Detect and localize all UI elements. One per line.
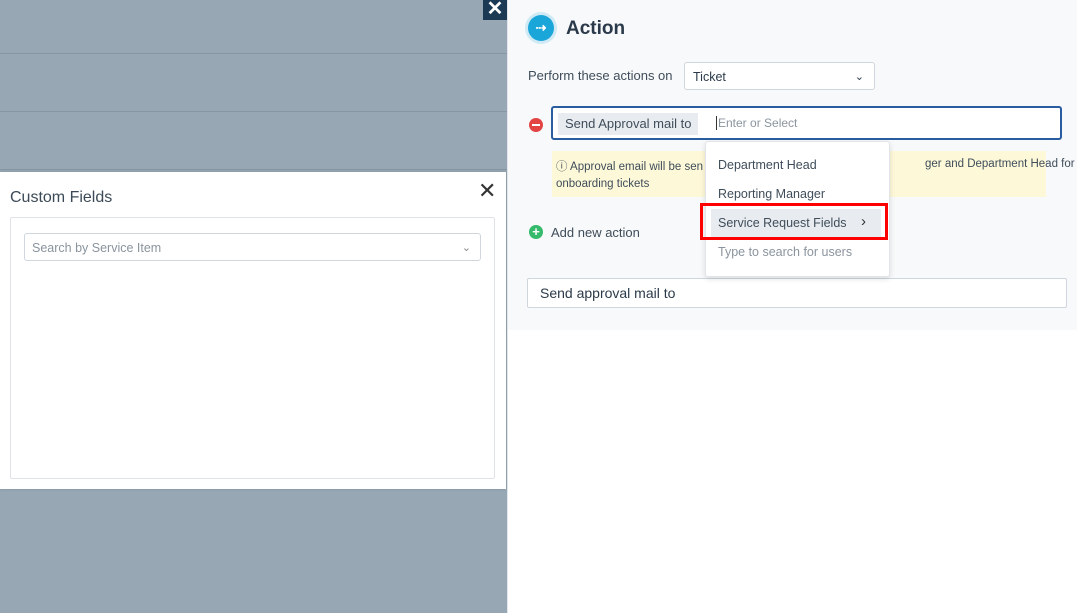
close-icon[interactable]: ✕ — [478, 178, 496, 204]
info-text: ⓘ Approval email will be sen — [556, 161, 704, 173]
custom-fields-panel: Custom Fields ✕ Search by Service Item ⌄ — [0, 172, 506, 489]
add-new-action-link[interactable]: Add new action — [551, 225, 640, 240]
search-placeholder: Search by Service Item — [32, 241, 162, 255]
entity-select[interactable]: Ticket ⌄ — [684, 62, 875, 90]
close-icon[interactable]: ✕ — [483, 0, 507, 20]
custom-fields-container: Search by Service Item ⌄ — [10, 217, 495, 479]
service-item-search[interactable]: Search by Service Item ⌄ — [24, 233, 481, 261]
divider — [0, 169, 507, 170]
info-text: onboarding tickets — [556, 178, 650, 190]
divider — [0, 111, 507, 112]
divider — [0, 53, 507, 54]
chevron-down-icon: ⌄ — [461, 242, 471, 254]
action-icon: ⇢ — [528, 15, 554, 41]
action-tag: Send Approval mail to — [558, 113, 699, 135]
recipient-placeholder[interactable]: Enter or Select — [716, 116, 797, 130]
approval-recipient-input[interactable]: Send Approval mail to Enter or Select — [551, 106, 1062, 140]
dropdown-item-search-hint: Type to search for users — [718, 245, 853, 259]
mail-subject-input[interactable]: Send approval mail to — [527, 278, 1067, 308]
dropdown-item-department-head[interactable]: Department Head — [718, 158, 817, 172]
chevron-down-icon: ⌄ — [854, 71, 864, 83]
section-title: Action — [566, 18, 626, 39]
entity-value: Ticket — [693, 70, 726, 84]
remove-action-icon[interactable] — [529, 118, 543, 132]
panel-title: Custom Fields — [10, 189, 113, 206]
info-text: ger and Department Head for — [925, 158, 1075, 170]
dropdown-item-reporting-manager[interactable]: Reporting Manager — [718, 187, 825, 201]
highlight-box — [700, 203, 888, 240]
add-icon[interactable]: + — [529, 225, 543, 239]
action-panel: ⇢ Action Perform these actions on Ticket… — [507, 0, 1077, 613]
perform-label: Perform these actions on — [528, 68, 673, 83]
